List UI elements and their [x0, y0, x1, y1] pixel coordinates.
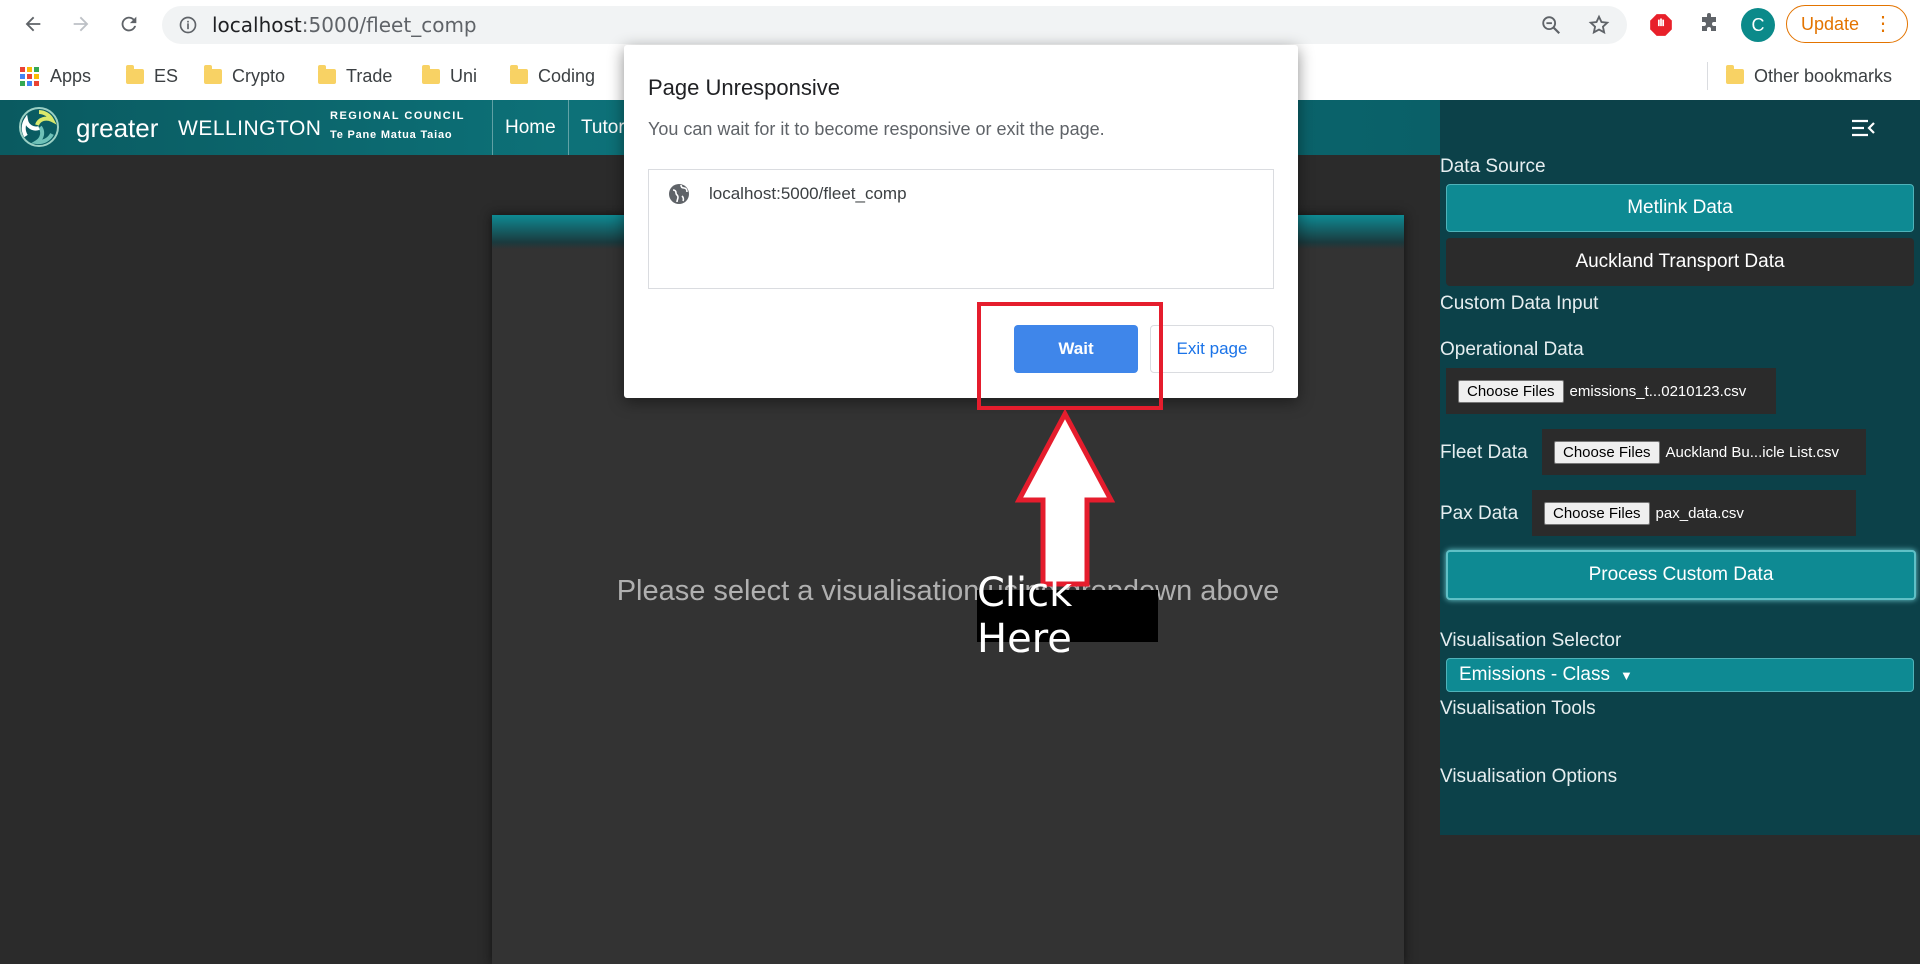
bookmark-label: Uni	[450, 66, 478, 86]
process-custom-data-button[interactable]: Process Custom Data	[1446, 550, 1916, 600]
click-here-annotation: Click Here	[977, 570, 1158, 662]
fleet-file-input[interactable]: Choose Files Auckland Bu...icle List.csv	[1542, 429, 1866, 475]
choose-files-button[interactable]: Choose Files	[1544, 501, 1650, 525]
bookmark-es[interactable]: ES	[126, 65, 179, 87]
folder-icon	[204, 65, 222, 84]
logo-regional-council-text: REGIONAL COUNCIL	[330, 110, 466, 122]
reload-icon[interactable]	[110, 5, 148, 43]
extensions-puzzle-icon[interactable]	[1697, 12, 1721, 41]
bookmark-label: ES	[154, 66, 179, 86]
bookmark-coding[interactable]: Coding	[510, 65, 596, 87]
logo-greater-text: greater	[76, 113, 159, 143]
gwrc-logo-icon	[18, 106, 60, 148]
globe-icon	[667, 182, 691, 211]
exit-page-button[interactable]: Exit page	[1150, 325, 1274, 373]
bookmark-uni[interactable]: Uni	[422, 65, 478, 87]
choose-files-button[interactable]: Choose Files	[1554, 440, 1660, 464]
url-text: localhost:5000/fleet_comp	[212, 6, 477, 44]
visualisation-options-label: Visualisation Options	[1440, 766, 1618, 787]
forward-icon[interactable]	[62, 5, 100, 43]
choose-files-button[interactable]: Choose Files	[1458, 379, 1564, 403]
bookmark-label: Other bookmarks	[1754, 66, 1893, 86]
dialog-page-list: localhost:5000/fleet_comp	[648, 169, 1274, 289]
visualisation-dropdown[interactable]: Emissions - Class ▼	[1446, 658, 1914, 692]
up-arrow-icon	[1015, 410, 1115, 587]
bookmark-label: Trade	[346, 66, 393, 86]
data-source-label: Data Source	[1440, 156, 1546, 177]
bookmark-trade[interactable]: Trade	[318, 65, 393, 87]
adblock-extension-icon[interactable]	[1648, 12, 1674, 43]
profile-avatar[interactable]: C	[1741, 8, 1775, 42]
selected-file-name: pax_data.csv	[1655, 504, 1744, 522]
operational-data-label: Operational Data	[1440, 339, 1584, 360]
url-path: :5000/fleet_comp	[301, 13, 477, 37]
bookmarks-divider	[1707, 62, 1708, 90]
folder-icon	[126, 65, 144, 84]
kebab-menu-icon: ⋮	[1873, 13, 1894, 35]
site-info-icon[interactable]	[178, 15, 198, 40]
bookmark-label: Coding	[538, 66, 596, 86]
nav-home[interactable]: Home	[492, 100, 568, 155]
dialog-page-url: localhost:5000/fleet_comp	[709, 184, 907, 203]
address-bar[interactable]: localhost:5000/fleet_comp	[162, 6, 1627, 44]
browser-update-button[interactable]: Update ⋮	[1786, 5, 1908, 43]
selected-file-name: Auckland Bu...icle List.csv	[1665, 443, 1839, 461]
auckland-transport-data-button[interactable]: Auckland Transport Data	[1446, 238, 1914, 286]
bookmark-label: Crypto	[232, 66, 286, 86]
visualisation-selected-value: Emissions - Class	[1459, 664, 1610, 685]
sidebar: Data Source Metlink Data Auckland Transp…	[1440, 100, 1920, 835]
selected-file-name: emissions_t...0210123.csv	[1569, 382, 1747, 400]
bookmark-crypto[interactable]: Crypto	[204, 65, 286, 87]
dialog-message: You can wait for it to become responsive…	[648, 119, 1105, 139]
page-unresponsive-dialog: Page Unresponsive You can wait for it to…	[624, 45, 1298, 398]
operational-file-input[interactable]: Choose Files emissions_t...0210123.csv	[1446, 368, 1776, 414]
bookmark-star-icon[interactable]	[1588, 14, 1610, 41]
folder-icon	[510, 65, 528, 84]
custom-data-input-label: Custom Data Input	[1440, 293, 1599, 314]
visualisation-tools-label: Visualisation Tools	[1440, 698, 1596, 719]
zoom-icon[interactable]	[1540, 14, 1562, 41]
back-icon[interactable]	[14, 5, 52, 43]
bookmark-label: Apps	[50, 66, 92, 86]
apps-grid-icon	[20, 66, 40, 87]
visualisation-selector-label: Visualisation Selector	[1440, 630, 1622, 651]
pax-data-label: Pax Data	[1440, 503, 1519, 524]
metlink-data-button[interactable]: Metlink Data	[1446, 184, 1914, 232]
folder-icon	[422, 65, 440, 84]
bookmark-apps[interactable]: Apps	[20, 66, 91, 87]
dialog-title: Page Unresponsive	[648, 75, 841, 100]
pax-file-input[interactable]: Choose Files pax_data.csv	[1532, 490, 1856, 536]
collapse-sidebar-icon[interactable]	[1850, 118, 1876, 143]
folder-icon	[318, 65, 336, 84]
url-host: localhost	[212, 13, 302, 37]
logo-wellington-text: WELLINGTON	[178, 117, 322, 140]
visualisation-placeholder-text: Please select a visualisation using drop…	[616, 575, 1280, 607]
wait-button-highlight-box	[977, 302, 1163, 410]
logo-te-pane-text: Te Pane Matua Taiao	[330, 129, 453, 141]
folder-icon	[1726, 65, 1744, 84]
bookmark-other[interactable]: Other bookmarks	[1726, 65, 1893, 87]
fleet-data-label: Fleet Data	[1440, 442, 1528, 463]
caret-down-icon: ▼	[1619, 667, 1633, 683]
update-label: Update	[1800, 13, 1860, 34]
